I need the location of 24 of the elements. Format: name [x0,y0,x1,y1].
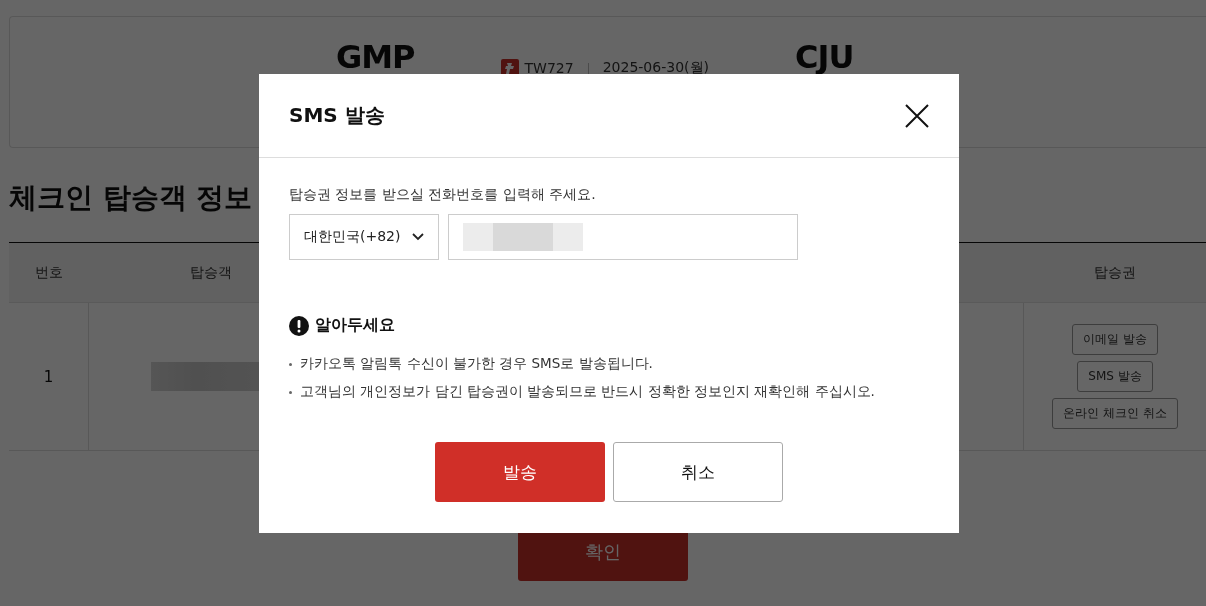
table-cell: 1 [43,367,54,386]
cancel-button[interactable]: 취소 [613,442,783,502]
flight-date: 2025-06-30(월) [602,59,709,77]
origin-code: GMP [336,39,415,75]
section-title: 체크인 탑승객 정보 [9,180,253,216]
ticket-action-button[interactable]: 이메일 발송 [1072,324,1158,355]
ticket-action-button[interactable]: SMS 발송 [1077,361,1153,392]
column-header: 탑승권 [1093,263,1137,282]
chevron-down-icon [412,233,424,241]
phone-input-field[interactable] [448,214,798,260]
notice-item: 고객님의 개인정보가 담긴 탑승권이 발송되므로 반드시 정확한 정보인지 재확인해 주십시오. [300,383,875,401]
send-button[interactable]: 발송 [435,442,605,502]
destination-code: CJU [795,39,854,75]
column-header: 번호 [34,263,64,282]
notice-item: 카카오톡 알림톡 수신이 불가한 경우 SMS로 발송됩니다. [300,355,653,373]
ticket-action-button[interactable]: 온라인 체크인 취소 [1052,398,1178,429]
alert-icon [289,315,309,336]
notice-title: 알아두세요 [315,315,395,336]
prompt-text: 탑승권 정보를 받으실 전화번호를 입력해 주세요. [289,186,597,204]
flight-number-link[interactable]: TW727 [524,60,574,76]
country-select[interactable]: 대한민국(+82) [289,214,439,260]
close-icon[interactable] [905,103,929,128]
dialog-title: SMS 발송 [289,102,385,129]
column-header: 탑승객 [189,263,233,282]
